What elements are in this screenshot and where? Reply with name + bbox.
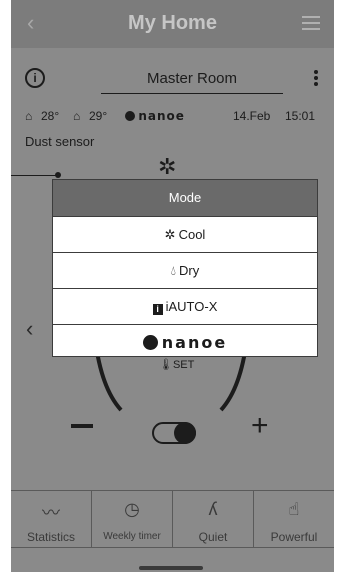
mode-option-label: Cool [178,227,206,242]
home-indicator[interactable] [139,566,203,570]
bottom-nav: 〰 Statistics ◷ Weekly timer ʎ Quiet ☝ Po… [11,490,334,548]
snowflake-icon: ✲ [164,227,176,242]
nav-quiet[interactable]: ʎ Quiet [173,491,254,547]
indoor-home-icon: ⌂ [25,109,33,123]
decrease-button[interactable] [71,424,93,428]
status-row: ⌂ 28° ⌂ 29° nanoe 14.Feb 15:01 [25,109,325,125]
mode-option-label: nanoe [161,333,228,352]
nav-statistics[interactable]: 〰 Statistics [11,491,92,547]
hamburger-icon[interactable] [302,16,320,30]
mode-option-label: iAUTO-X [165,299,218,314]
top-bar: ‹ My Home [11,0,334,48]
mode-dialog-title: Mode [53,180,317,216]
indoor-temp: 28° [41,109,60,123]
page-title: My Home [128,12,217,34]
increase-button[interactable]: + [251,411,269,441]
date-label: 14.Feb [233,109,271,123]
nanoe-status: nanoe [125,109,185,123]
callout-dot [55,172,61,178]
toggle-knob [174,422,196,444]
callout-line [11,175,58,176]
time-label: 15:01 [285,109,316,123]
powerful-icon: ☝ [288,499,300,519]
nav-weekly-timer[interactable]: ◷ Weekly timer [92,491,173,547]
nav-powerful[interactable]: ☝ Powerful [254,491,334,547]
power-toggle[interactable] [152,422,196,444]
snowflake-icon: ✲ [158,154,177,179]
mode-dialog: Mode ✲ Cool 💧︎ Dry i iAUTO-X nanoe [52,179,318,357]
mode-option-dry[interactable]: 💧︎ Dry [53,252,317,288]
mode-option-iauto-x[interactable]: i iAUTO-X [53,288,317,324]
nanoe-label: nanoe [138,109,185,123]
nav-label: Powerful [270,530,318,544]
room-name[interactable]: Master Room [101,70,283,87]
room-underline [101,93,283,94]
info-icon[interactable]: i [25,68,45,88]
mode-option-nanoe[interactable]: nanoe [53,324,317,360]
kebab-icon[interactable] [314,70,318,86]
mode-option-cool[interactable]: ✲ Cool [53,216,317,252]
droplet-icon: 💧︎ [170,263,176,278]
nanoe-icon [142,335,158,350]
nav-label: Statistics [26,530,75,544]
iauto-icon: i [152,304,163,315]
nanoe-icon [125,111,135,121]
quiet-icon: ʎ [208,499,218,519]
dust-sensor-label: Dust sensor [25,134,95,149]
outdoor-home-icon: ⌂ [73,109,81,123]
weekly-timer-icon: ◷ [124,499,140,519]
statistics-icon: 〰 [42,503,60,523]
phone-screen: ‹ My Home i Master Room ⌂ 28° ⌂ 29° nano… [11,0,334,572]
previous-arrow-icon[interactable]: ‹ [26,316,33,342]
nav-label: Quiet [198,530,228,544]
mode-option-label: Dry [178,263,200,278]
nav-label: Weekly timer [103,531,161,542]
outdoor-temp: 29° [89,109,108,123]
